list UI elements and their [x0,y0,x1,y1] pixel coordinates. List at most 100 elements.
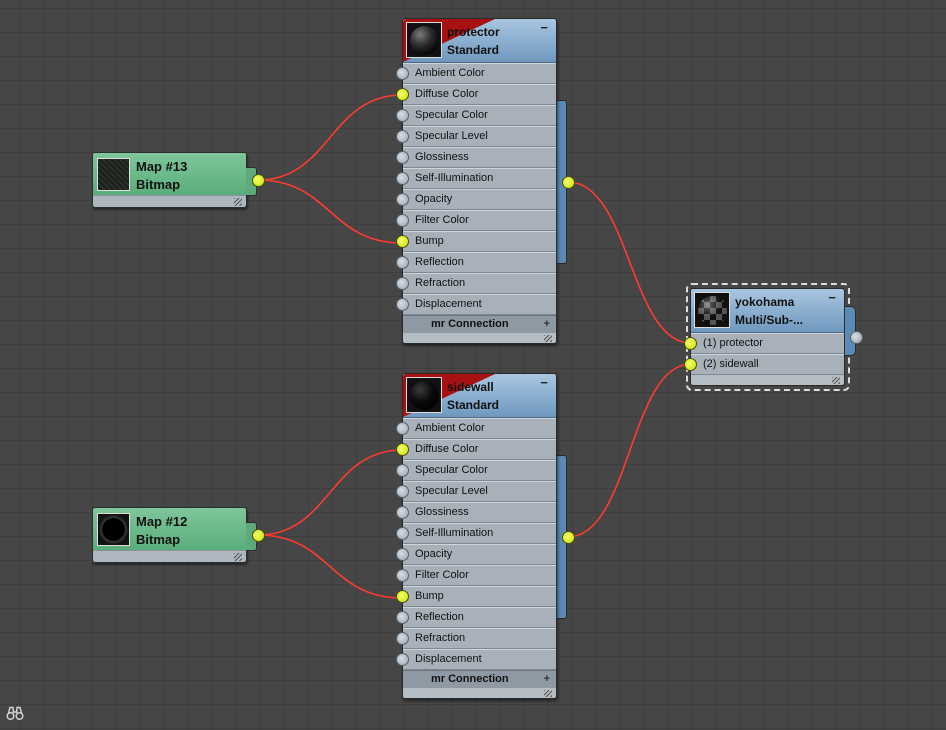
map13-footer [93,195,246,207]
binoculars-icon[interactable] [6,705,24,721]
protector-output-socket[interactable] [562,176,575,189]
sidewall-slot[interactable]: Refraction [396,628,556,649]
expand-icon[interactable]: + [544,316,550,333]
protector-slot-socket[interactable] [396,151,409,164]
protector-slot-socket[interactable] [396,109,409,122]
protector-slot-socket[interactable] [396,193,409,206]
resize-grip-icon[interactable] [544,335,552,342]
protector-slot-socket[interactable] [396,256,409,269]
yokohama-slot[interactable]: (1) protector [684,333,844,354]
yokohama-slot[interactable]: (2) sidewall [684,354,844,375]
sidewall-slot-socket[interactable] [396,464,409,477]
wire-sidewall-yokohama [567,363,692,538]
protector-slot[interactable]: Self-Illumination [396,168,556,189]
sidewall-slot[interactable]: Diffuse Color [396,439,556,460]
sidewall-mr-connection[interactable]: mr Connection + [403,670,556,688]
sidewall-header[interactable]: sidewall Standard − [403,374,556,418]
protector-slot[interactable]: Specular Level [396,126,556,147]
sidewall-slot-socket[interactable] [396,485,409,498]
protector-slot[interactable]: Reflection [396,252,556,273]
protector-slot[interactable]: Glossiness [396,147,556,168]
protector-slot-socket[interactable] [396,277,409,290]
protector-slot[interactable]: Diffuse Color [396,84,556,105]
protector-header[interactable]: protector Standard − [403,19,556,63]
sidewall-slot[interactable]: Filter Color [396,565,556,586]
sidewall-slot[interactable]: Displacement [396,649,556,670]
wire-map13-diffuse [257,94,403,181]
mr-connection-label: mr Connection [431,673,509,685]
sidewall-slot-socket[interactable] [396,653,409,666]
resize-grip-icon[interactable] [544,690,552,697]
protector-slot[interactable]: Displacement [396,294,556,315]
protector-slot-socket[interactable] [396,235,409,248]
collapse-icon[interactable]: − [540,375,548,390]
protector-slot-label: Self-Illumination [415,172,494,184]
protector-slot[interactable]: Opacity [396,189,556,210]
protector-slot-socket[interactable] [396,130,409,143]
sidewall-slot-socket[interactable] [396,527,409,540]
sidewall-slot-label: Refraction [415,632,466,644]
protector-slot-label: Bump [415,235,444,247]
yokohama-header[interactable]: yokohama Multi/Sub-... − [691,289,844,333]
sidewall-slot-label: Specular Color [415,464,488,476]
sidewall-slot-socket[interactable] [396,632,409,645]
sidewall-slot[interactable]: Glossiness [396,502,556,523]
sidewall-slot-socket[interactable] [396,569,409,582]
sidewall-slot-socket[interactable] [396,422,409,435]
protector-slot-socket[interactable] [396,298,409,311]
protector-slot[interactable]: Refraction [396,273,556,294]
yokohama-material-node[interactable]: yokohama Multi/Sub-... − (1) protector (2… [684,288,845,386]
resize-grip-icon[interactable] [832,377,840,384]
sidewall-slot-socket[interactable] [396,611,409,624]
collapse-icon[interactable]: − [828,290,836,305]
mr-connection-label: mr Connection [431,318,509,330]
protector-mr-connection[interactable]: mr Connection + [403,315,556,333]
expand-icon[interactable]: + [544,671,550,688]
wire-map12-bump [257,534,403,599]
map13-node[interactable]: Map #13 Bitmap [92,152,257,208]
sidewall-output-socket[interactable] [562,531,575,544]
protector-slot-socket[interactable] [396,172,409,185]
protector-slot-label: Ambient Color [415,67,485,79]
sidewall-slot[interactable]: Bump [396,586,556,607]
map13-type: Bitmap [136,177,181,192]
collapse-icon[interactable]: − [540,20,548,35]
yokohama-slot-socket[interactable] [684,337,697,350]
map12-footer [93,550,246,562]
yokohama-footer [691,375,844,385]
sidewall-slot-socket[interactable] [396,590,409,603]
protector-slot-socket[interactable] [396,214,409,227]
protector-slot[interactable]: Bump [396,231,556,252]
sidewall-slot-label: Filter Color [415,569,469,581]
protector-slot[interactable]: Specular Color [396,105,556,126]
resize-grip-icon[interactable] [234,198,242,206]
resize-grip-icon[interactable] [234,553,242,561]
yokohama-output-socket[interactable] [850,331,863,344]
sidewall-slot-socket[interactable] [396,548,409,561]
map12-output-socket[interactable] [252,529,265,542]
sidewall-slot[interactable]: Ambient Color [396,418,556,439]
yokohama-slot-socket[interactable] [684,358,697,371]
sidewall-slot-socket[interactable] [396,443,409,456]
wire-map13-bump [257,179,403,244]
protector-slot-label: Opacity [415,193,453,205]
map12-thumbnail [97,513,130,546]
sidewall-material-node[interactable]: sidewall Standard − Ambient Color Diffuse… [396,373,557,699]
protector-slot[interactable]: Filter Color [396,210,556,231]
sidewall-slot-socket[interactable] [396,506,409,519]
sidewall-slot[interactable]: Specular Level [396,481,556,502]
protector-material-node[interactable]: protector Standard − Ambient Color Diffus… [396,18,557,344]
protector-slot-label: Refraction [415,277,466,289]
sidewall-slot[interactable]: Reflection [396,607,556,628]
protector-slot-socket[interactable] [396,88,409,101]
protector-slot-socket[interactable] [396,67,409,80]
sidewall-slot-label: Opacity [415,548,453,560]
sidewall-slot-label: Bump [415,590,444,602]
sidewall-slot[interactable]: Specular Color [396,460,556,481]
sidewall-slot[interactable]: Opacity [396,544,556,565]
sidewall-slot[interactable]: Self-Illumination [396,523,556,544]
map13-output-socket[interactable] [252,174,265,187]
sidewall-name: sidewall [447,380,494,394]
map12-node[interactable]: Map #12 Bitmap [92,507,257,563]
protector-slot[interactable]: Ambient Color [396,63,556,84]
